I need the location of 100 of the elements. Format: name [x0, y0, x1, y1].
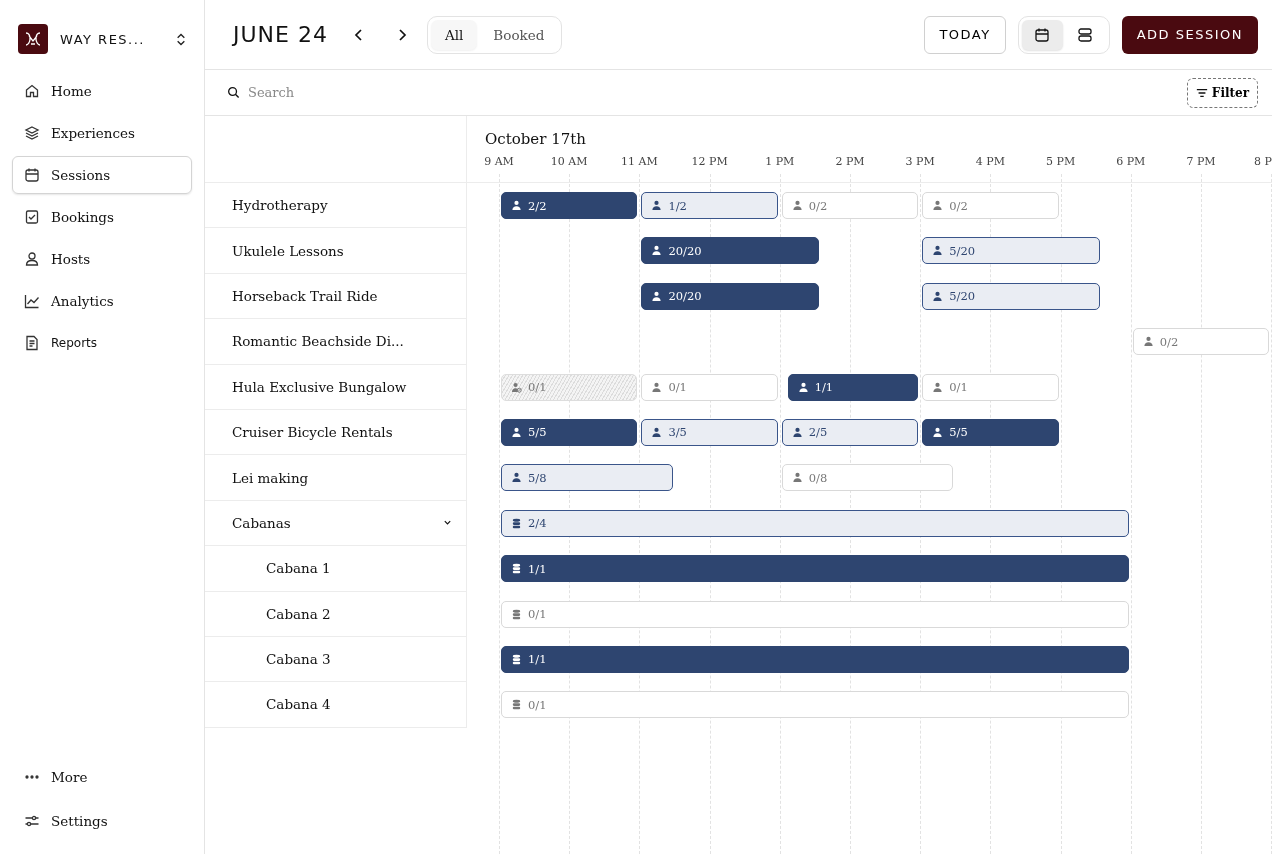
session-bar[interactable]: 5/8: [501, 464, 673, 492]
session-bar[interactable]: 5/20: [922, 282, 1100, 310]
session-bar[interactable]: 5/5: [501, 418, 638, 446]
nav-item[interactable]: Experiences: [12, 114, 192, 152]
calendar-icon: [24, 167, 40, 183]
experience-name: Cabana 3: [266, 651, 331, 668]
nav-item[interactable]: Hosts: [12, 240, 192, 278]
person-icon: [791, 200, 803, 211]
experience-name: Hydrotherapy: [232, 197, 328, 214]
session-bar[interactable]: 1/1: [501, 555, 1129, 583]
person-icon: [932, 290, 944, 302]
experience-name: Cabana 2: [266, 605, 331, 622]
check-icon: [24, 209, 40, 225]
previous-icon[interactable]: [353, 27, 364, 42]
session-bar[interactable]: 2/2: [501, 192, 638, 219]
workspace-name: WAY RES...: [60, 31, 146, 47]
date-label: October 17th: [485, 130, 586, 148]
chevron-updown-icon[interactable]: [176, 31, 186, 47]
session-bar[interactable]: 5/5: [922, 418, 1059, 446]
session-bar[interactable]: 1/1: [501, 645, 1129, 673]
session-bar[interactable]: 0/2: [781, 192, 919, 219]
hour-label: 4 PM: [974, 155, 1006, 168]
stack-icon: [511, 608, 522, 620]
session-bar[interactable]: 1/2: [641, 192, 778, 219]
person-icon: [511, 381, 522, 393]
calendar-icon: [1034, 26, 1051, 43]
person-icon: [651, 381, 663, 393]
nav-item[interactable]: Sessions: [12, 156, 192, 194]
person-icon: [932, 245, 944, 257]
hour-label: 11 AM: [620, 155, 659, 168]
filter-button[interactable]: Filter: [1186, 77, 1258, 108]
experience-name: Cabanas: [232, 514, 291, 531]
session-bar[interactable]: 2/5: [781, 418, 919, 446]
search-icon: [227, 86, 240, 99]
experience-name: Lei making: [232, 469, 309, 486]
person-icon: [797, 381, 809, 393]
search-field[interactable]: Search: [246, 84, 1181, 101]
person-icon: [511, 426, 522, 438]
session-bar[interactable]: 0/1: [501, 691, 1129, 719]
hour-label: 3 PM: [904, 155, 936, 168]
session-bar[interactable]: 0/1: [922, 373, 1059, 401]
layers-icon: [24, 125, 40, 141]
chart-icon: [24, 293, 40, 309]
person-icon: [932, 200, 944, 211]
hour-label: 8 P: [1254, 155, 1272, 168]
next-icon[interactable]: [396, 27, 407, 42]
stack-icon: [511, 653, 522, 665]
person-icon: [651, 290, 663, 302]
person-icon: [932, 426, 944, 438]
person-icon: [791, 472, 803, 484]
report-icon: [24, 335, 40, 351]
filter-tab[interactable]: Booked: [479, 19, 559, 50]
nav-item[interactable]: Reports: [12, 324, 192, 362]
session-bar[interactable]: 1/1: [787, 373, 919, 401]
session-bar[interactable]: 0/8: [781, 464, 954, 492]
person-icon: [511, 200, 522, 211]
person-icon: [651, 426, 663, 438]
experience-name: Cabana 1: [266, 560, 331, 577]
logo-icon: [18, 24, 48, 54]
session-bar[interactable]: 2/4: [501, 509, 1129, 537]
nav-item[interactable]: Bookings: [12, 198, 192, 236]
person-icon: [651, 245, 663, 257]
home-icon: [24, 83, 40, 99]
rows-icon: [1077, 26, 1094, 43]
nav-item[interactable]: Settings: [12, 802, 192, 840]
session-bar[interactable]: 0/1: [641, 373, 778, 401]
filter-icon: [1195, 86, 1208, 99]
experience-name: Horseback Trail Ride: [232, 287, 378, 304]
session-bar[interactable]: 0/2: [1132, 328, 1270, 356]
add-session-button[interactable]: ADD SESSION: [1121, 15, 1258, 54]
person-icon: [932, 381, 944, 393]
session-bar[interactable]: 0/1: [501, 600, 1129, 628]
session-bar[interactable]: 0/2: [922, 192, 1059, 219]
session-bar[interactable]: 20/20: [641, 237, 819, 265]
today-button[interactable]: TODAY: [924, 15, 1006, 54]
stack-icon: [511, 517, 522, 529]
nav-item[interactable]: Analytics: [12, 282, 192, 320]
stack-icon: [511, 563, 522, 575]
experience-name: Ukulele Lessons: [232, 242, 344, 259]
nav-item[interactable]: More: [12, 758, 192, 796]
chevron-down-icon[interactable]: [443, 518, 452, 528]
view-toggle[interactable]: [1021, 19, 1063, 50]
stack-icon: [511, 699, 522, 711]
person-icon: [791, 426, 803, 438]
hour-label: 9 AM: [483, 155, 515, 168]
hour-label: 5 PM: [1045, 155, 1077, 168]
person-icon: [651, 200, 663, 211]
user-icon: [24, 251, 40, 267]
hour-label: 12 PM: [690, 155, 729, 168]
nav-item[interactable]: Home: [12, 72, 192, 110]
session-bar[interactable]: 20/20: [641, 282, 819, 310]
date-title: JUNE 24: [233, 22, 328, 47]
person-icon: [511, 472, 522, 484]
hour-label: 1 PM: [764, 155, 796, 168]
filter-tab[interactable]: All: [430, 19, 478, 50]
session-bar[interactable]: 5/20: [922, 237, 1100, 265]
session-bar[interactable]: 3/5: [641, 418, 778, 446]
session-bar[interactable]: 0/1: [501, 373, 638, 401]
hour-label: 6 PM: [1115, 155, 1147, 168]
experience-name: Cruiser Bicycle Rentals: [232, 424, 393, 441]
